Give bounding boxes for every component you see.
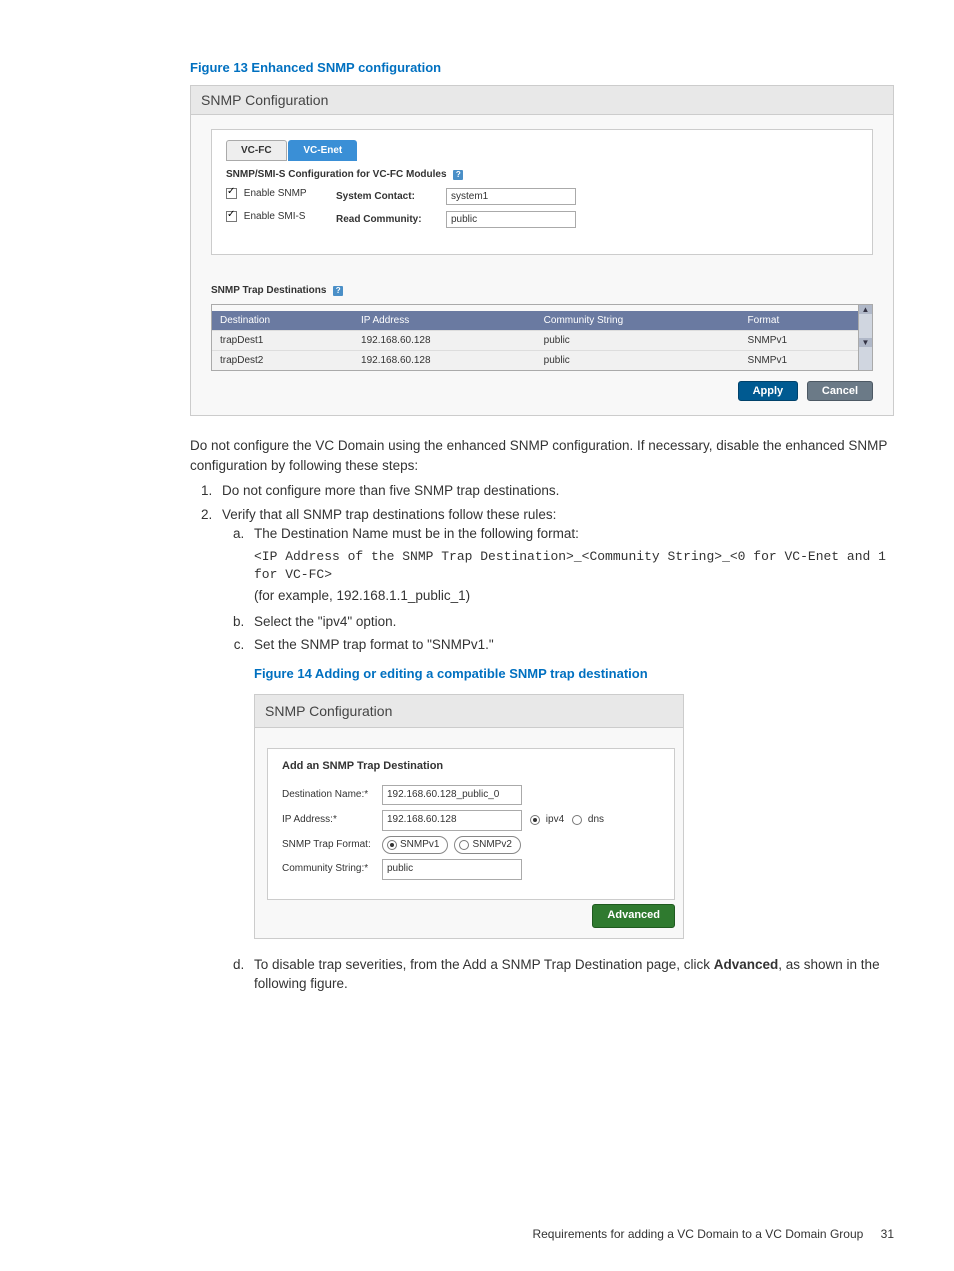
step-1: Do not configure more than five SNMP tra… — [216, 481, 894, 501]
ip-address-label: IP Address:* — [282, 813, 382, 828]
advanced-button[interactable]: Advanced — [592, 904, 675, 928]
figure-13-screenshot: SNMP Configuration VC-FC VC-Enet SNMP/SM… — [190, 85, 894, 416]
snmpv1-option[interactable]: SNMPv1 — [382, 836, 448, 855]
snmpv2-radio[interactable] — [459, 840, 469, 850]
trap-section-text: SNMP Trap Destinations — [211, 285, 326, 296]
cell-destination: trapDest2 — [212, 351, 353, 371]
system-contact-label: System Contact: — [336, 191, 446, 202]
ipv4-radio[interactable] — [530, 815, 540, 825]
cell-format: SNMPv1 — [740, 331, 858, 351]
col-ip: IP Address — [353, 311, 536, 331]
table-row[interactable]: trapDest2 192.168.60.128 public SNMPv1 — [212, 351, 858, 371]
dest-name-input[interactable]: 192.168.60.128_public_0 — [382, 785, 522, 806]
figure-14-caption: Figure 14 Adding or editing a compatible… — [254, 665, 894, 684]
table-row[interactable]: trapDest1 192.168.60.128 public SNMPv1 — [212, 331, 858, 351]
apply-button[interactable]: Apply — [738, 381, 799, 401]
read-community-input[interactable]: public — [446, 211, 576, 228]
page-number: 31 — [881, 1227, 894, 1241]
tab-vcfc[interactable]: VC-FC — [226, 140, 287, 161]
trap-destinations-table: Destination IP Address Community String … — [212, 311, 858, 370]
trap-format-label: SNMP Trap Format: — [282, 838, 382, 853]
dns-radio[interactable] — [572, 815, 582, 825]
cell-format: SNMPv1 — [740, 351, 858, 371]
dest-name-label: Destination Name:* — [282, 788, 382, 803]
community-string-input[interactable]: public — [382, 859, 522, 880]
cell-community: public — [536, 331, 740, 351]
trap-section-title: SNMP Trap Destinations ? — [211, 285, 873, 296]
enable-smis-checkbox[interactable] — [226, 211, 237, 222]
tab-vcenet[interactable]: VC-Enet — [288, 140, 357, 161]
scroll-down-icon[interactable]: ▼ — [859, 338, 872, 347]
col-format: Format — [740, 311, 858, 331]
snmpv2-option[interactable]: SNMPv2 — [454, 836, 520, 855]
figure-13-caption: Figure 13 Enhanced SNMP configuration — [190, 60, 894, 75]
enable-snmp-checkbox[interactable] — [226, 188, 237, 199]
step-2c-text: Set the SNMP trap format to "SNMPv1." — [254, 637, 494, 652]
dns-label: dns — [588, 814, 604, 825]
step-2d-pre: To disable trap severities, from the Add… — [254, 957, 714, 972]
code-block: <IP Address of the SNMP Trap Destination… — [254, 548, 894, 584]
intro-paragraph: Do not configure the VC Domain using the… — [190, 436, 894, 475]
figure-14-screenshot: SNMP Configuration Add an SNMP Trap Dest… — [254, 694, 684, 939]
footer-text: Requirements for adding a VC Domain to a… — [532, 1227, 863, 1241]
col-community: Community String — [536, 311, 740, 331]
cell-ip: 192.168.60.128 — [353, 351, 536, 371]
enable-snmp-label: Enable SNMP — [244, 188, 307, 199]
scroll-up-icon[interactable]: ▲ — [859, 305, 872, 314]
ip-address-input[interactable]: 192.168.60.128 — [382, 810, 522, 831]
section-title-text: SNMP/SMI-S Configuration for VC-FC Modul… — [226, 169, 447, 180]
cell-ip: 192.168.60.128 — [353, 331, 536, 351]
example-note: (for example, 192.168.1.1_public_1) — [254, 586, 894, 606]
cell-destination: trapDest1 — [212, 331, 353, 351]
snmpv1-label: SNMPv1 — [400, 838, 439, 853]
step-2a: The Destination Name must be in the foll… — [248, 524, 894, 606]
scrollbar[interactable]: ▲ ▼ — [858, 305, 872, 370]
step-2b: Select the "ipv4" option. — [248, 612, 894, 632]
step-2-text: Verify that all SNMP trap destinations f… — [222, 507, 556, 522]
steps-list: Do not configure more than five SNMP tra… — [190, 481, 894, 994]
snmpv1-radio[interactable] — [387, 840, 397, 850]
cancel-button[interactable]: Cancel — [807, 381, 873, 401]
step-2: Verify that all SNMP trap destinations f… — [216, 505, 894, 994]
col-destination: Destination — [212, 311, 353, 331]
step-2d: To disable trap severities, from the Add… — [248, 955, 894, 994]
snmp-title-2: SNMP Configuration — [255, 695, 683, 728]
step-2d-bold: Advanced — [714, 957, 779, 972]
snmp-title: SNMP Configuration — [191, 86, 893, 115]
step-2a-text: The Destination Name must be in the foll… — [254, 526, 579, 541]
ipv4-label: ipv4 — [546, 814, 564, 825]
help-icon[interactable]: ? — [333, 286, 343, 296]
community-string-label: Community String:* — [282, 862, 382, 877]
enable-smis-label: Enable SMI-S — [244, 211, 306, 222]
step-2c: Set the SNMP trap format to "SNMPv1." Fi… — [248, 635, 894, 939]
section-title: SNMP/SMI-S Configuration for VC-FC Modul… — [226, 169, 858, 180]
add-trap-section-title: Add an SNMP Trap Destination — [282, 759, 660, 775]
read-community-label: Read Community: — [336, 214, 446, 225]
page-footer: Requirements for adding a VC Domain to a… — [532, 1227, 894, 1241]
help-icon[interactable]: ? — [453, 170, 463, 180]
system-contact-input[interactable]: system1 — [446, 188, 576, 205]
snmpv2-label: SNMPv2 — [472, 838, 511, 853]
cell-community: public — [536, 351, 740, 371]
